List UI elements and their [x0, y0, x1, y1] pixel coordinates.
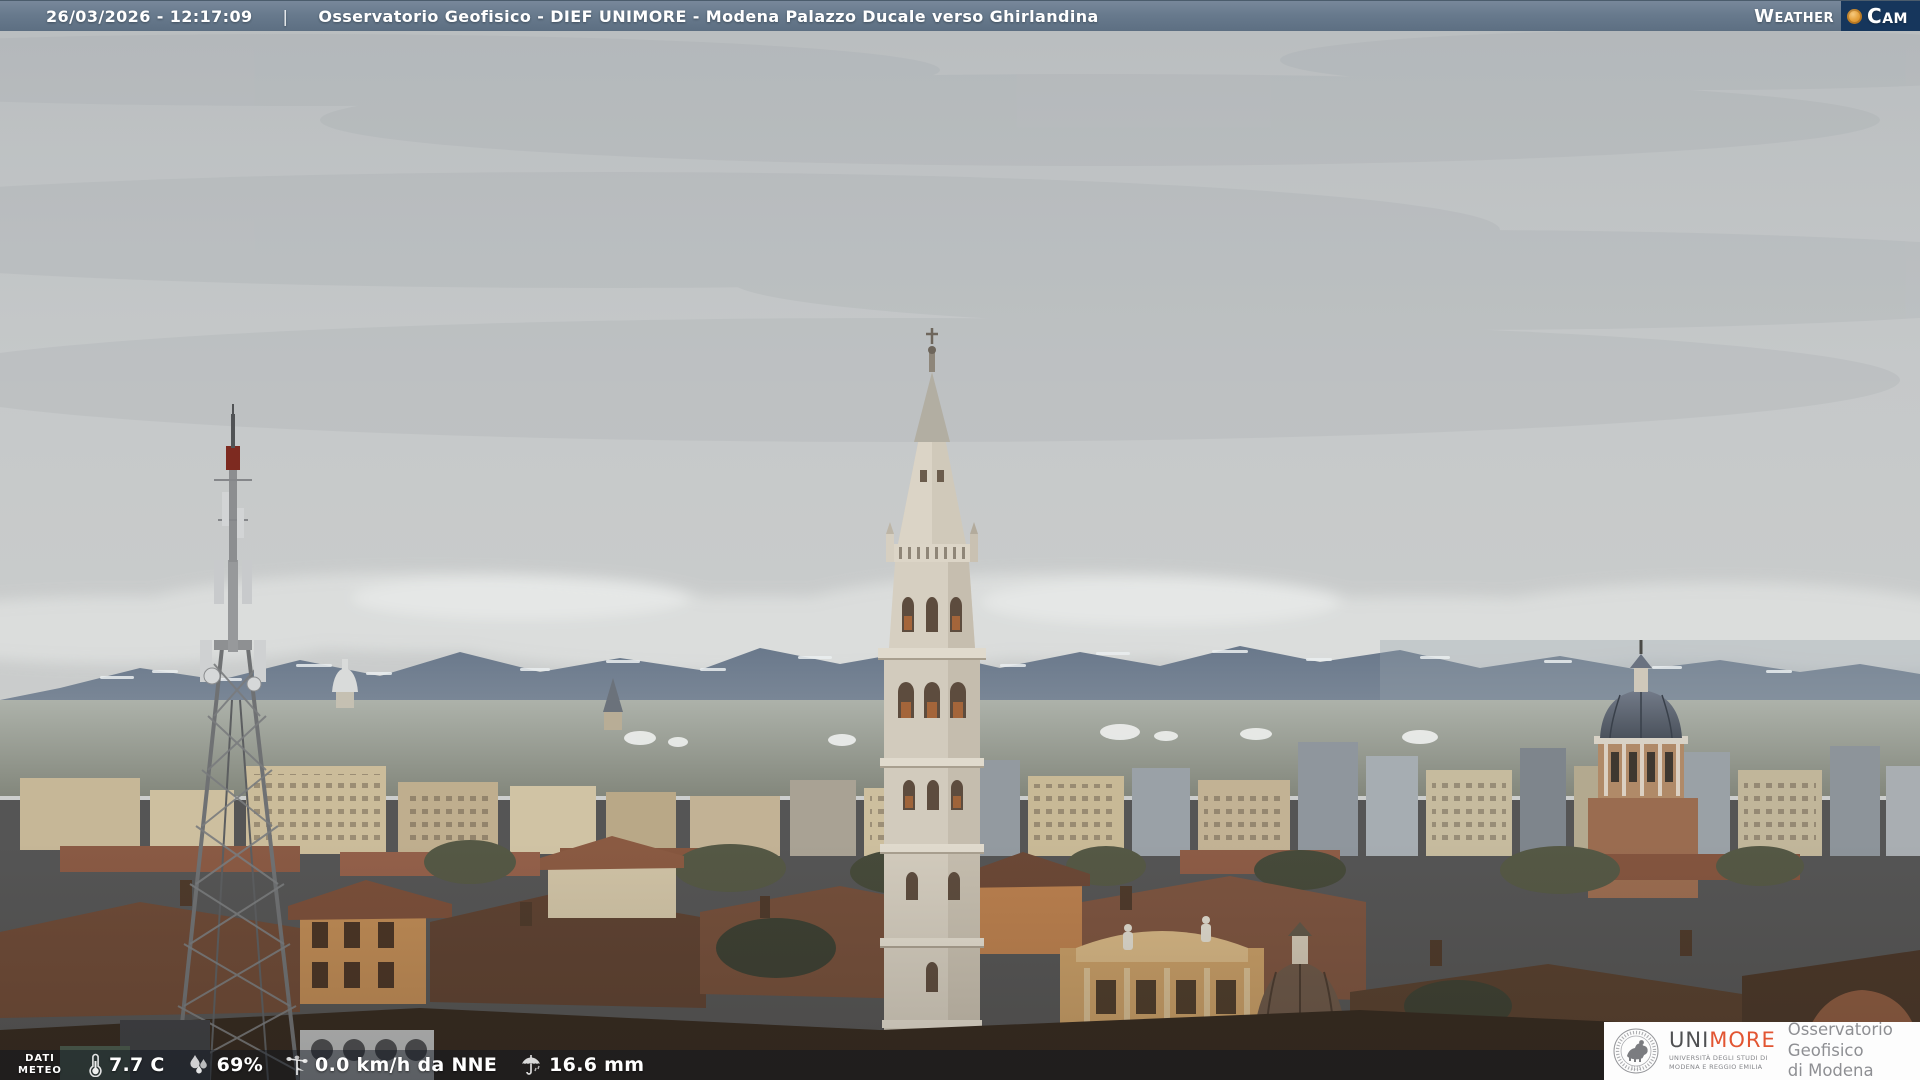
- webcam-page: 26/03/2026 - 12:17:09 | Osservatorio Geo…: [0, 0, 1920, 1080]
- dati-meteo-label: DATI METEO: [18, 1053, 62, 1076]
- seal-knight-figure: [1627, 1040, 1648, 1062]
- unimore-wordmark-block: UNIMORE UNIVERSITÀ DEGLI STUDI DI MODENA…: [1669, 1030, 1776, 1072]
- unimore-seal: 1175: [1613, 1028, 1659, 1074]
- humidity-value: 69%: [216, 1054, 264, 1076]
- droplets-icon: [190, 1055, 207, 1074]
- webcam-photo: [0, 0, 1920, 1080]
- precipitation-metric: 16.6 mm: [519, 1053, 644, 1077]
- wind-value: 0.0 km/h da NNE: [315, 1054, 498, 1076]
- temperature-metric: 7.7 C: [88, 1053, 165, 1077]
- thermometer-icon: [89, 1053, 102, 1077]
- wind-metric: 0.0 km/h da NNE: [285, 1053, 497, 1077]
- header-bar: 26/03/2026 - 12:17:09 | Osservatorio Geo…: [0, 0, 1920, 31]
- umbrella-icon: [522, 1055, 541, 1075]
- weathercam-cam-box: Cam: [1841, 1, 1920, 31]
- unimore-subtitle: UNIVERSITÀ DEGLI STUDI DI MODENA E REGGI…: [1669, 1054, 1768, 1071]
- weathercam-weather-text: Weather: [1754, 5, 1835, 27]
- timestamp: 26/03/2026 - 12:17:09: [46, 6, 253, 26]
- observatory-name: Osservatorio Geofisico di Modena: [1787, 1020, 1893, 1080]
- anemometer-icon: [286, 1055, 308, 1075]
- unimore-logo-box: 1175 UNIMORE UNIVERSITÀ DEGLI STUDI DI M…: [1604, 1020, 1920, 1080]
- weathercam-dot-icon: [1847, 8, 1863, 24]
- weathercam-logo: Weather Cam: [1754, 1, 1920, 31]
- humidity-metric: 69%: [187, 1054, 263, 1076]
- weathercam-cam-text: Cam: [1867, 4, 1908, 28]
- header-separator: |: [282, 6, 289, 26]
- page-title: Osservatorio Geofisico - DIEF UNIMORE - …: [318, 6, 1099, 26]
- temperature-value: 7.7 C: [108, 1054, 165, 1076]
- precipitation-value: 16.6 mm: [549, 1054, 645, 1076]
- unimore-wordmark: UNIMORE: [1669, 1028, 1776, 1053]
- seal-year: 1175: [1631, 1066, 1642, 1071]
